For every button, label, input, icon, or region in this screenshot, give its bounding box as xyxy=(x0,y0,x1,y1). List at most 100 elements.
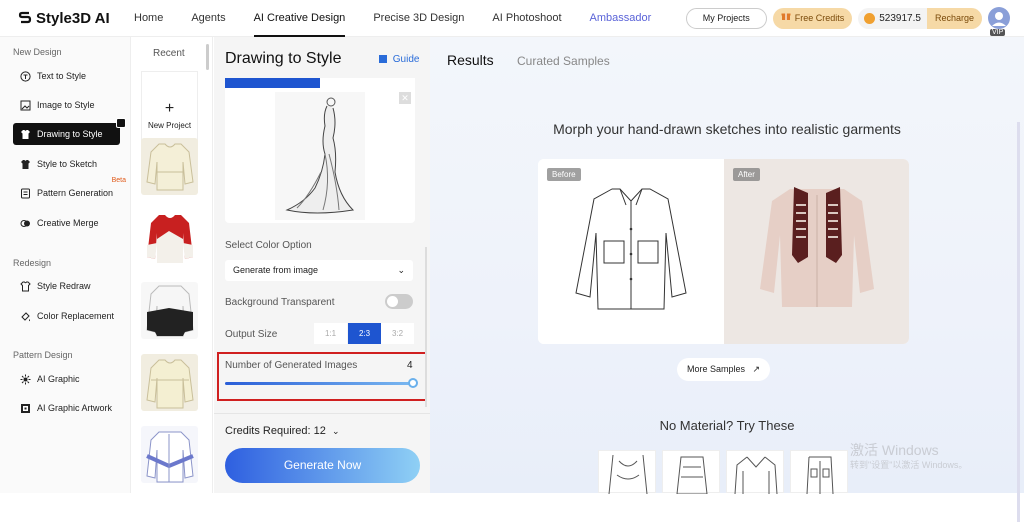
graphic-icon xyxy=(19,373,31,385)
chevron-down-icon: ⌄ xyxy=(331,426,340,436)
before-image: Before xyxy=(538,159,724,344)
credit-amount: 523917.5 xyxy=(858,12,927,24)
uploaded-sketch-card: ✕ xyxy=(225,88,415,223)
nav-home[interactable]: Home xyxy=(134,0,163,37)
style3d-logo-icon xyxy=(18,10,32,26)
tab-results[interactable]: Results xyxy=(447,52,494,68)
bg-transparent-toggle[interactable] xyxy=(385,294,413,309)
recharge-button[interactable]: Recharge xyxy=(926,7,982,29)
sidebar-item-drawing-to-style[interactable]: Drawing to Style xyxy=(13,118,126,145)
sidebar: New Design Text to Style Image to Style … xyxy=(0,37,131,493)
gift-icon xyxy=(781,8,791,29)
sidebar-item-label: Image to Style xyxy=(37,100,95,110)
section-redesign: Redesign xyxy=(13,258,52,268)
top-bar: Style3D AI Home Agents AI Creative Desig… xyxy=(0,0,1024,37)
coin-icon xyxy=(864,12,876,24)
artwork-icon xyxy=(19,402,31,414)
nav-agents[interactable]: Agents xyxy=(191,0,225,37)
sidebar-item-label: AI Graphic Artwork xyxy=(37,403,113,413)
nav-precise-3d-design[interactable]: Precise 3D Design xyxy=(373,0,464,37)
results-area: Results Curated Samples Morph your hand-… xyxy=(430,37,1024,522)
sample-sketch[interactable] xyxy=(726,450,784,495)
sidebar-item-label: Creative Merge xyxy=(37,218,99,228)
sidebar-item-creative-merge[interactable]: Creative Merge xyxy=(13,212,120,234)
tab-curated-samples[interactable]: Curated Samples xyxy=(517,54,610,68)
pattern-icon xyxy=(19,187,31,199)
before-tag: Before xyxy=(547,168,581,181)
sidebar-item-ai-graphic[interactable]: AI Graphic xyxy=(13,368,120,390)
output-size-1-1[interactable]: 1:1 xyxy=(314,323,347,344)
recent-thumbnail[interactable] xyxy=(141,354,198,411)
slider-handle[interactable] xyxy=(408,378,418,388)
header-actions: My Projects Free Credits 523917.5 Rechar… xyxy=(685,7,1010,36)
shirt-sketch-icon xyxy=(19,158,31,170)
redraw-icon xyxy=(19,280,31,292)
output-size-2-3[interactable]: 2:3 xyxy=(348,323,381,344)
color-option-select[interactable]: Generate from image ⌄ xyxy=(225,260,413,281)
recent-thumbnail[interactable] xyxy=(141,426,198,483)
logo[interactable]: Style3D AI xyxy=(18,10,134,27)
output-size-label: Output Size xyxy=(225,329,278,340)
more-samples-label: More Samples xyxy=(686,364,745,374)
image-style-icon xyxy=(19,99,31,111)
tab-active-indicator xyxy=(225,78,320,88)
sidebar-item-label: Style to Sketch xyxy=(37,159,98,169)
avatar[interactable]: VIP xyxy=(988,7,1010,36)
after-image: After xyxy=(724,159,909,344)
shirt-icon xyxy=(19,128,31,140)
sidebar-item-pattern-generation[interactable]: Pattern Generation Beta xyxy=(13,177,126,204)
uploaded-sketch-image xyxy=(275,92,365,220)
recent-thumbnail[interactable] xyxy=(141,138,198,195)
generate-button[interactable]: Generate Now xyxy=(225,448,420,483)
credits-required[interactable]: Credits Required: 12 ⌄ xyxy=(225,425,340,437)
external-link-icon xyxy=(116,118,126,128)
results-scrollbar[interactable] xyxy=(1017,122,1020,522)
windows-activation-hint: 转到"设置"以激活 Windows。 xyxy=(850,460,968,470)
nav-ai-creative-design[interactable]: AI Creative Design xyxy=(253,0,345,37)
num-images-slider[interactable] xyxy=(225,382,413,385)
color-option-value: Generate from image xyxy=(233,265,319,275)
color-drop-icon xyxy=(19,310,31,322)
sidebar-item-text-to-style[interactable]: Text to Style xyxy=(13,65,120,87)
recent-scrollbar[interactable] xyxy=(206,44,209,70)
bg-transparent-label: Background Transparent xyxy=(225,297,335,308)
remove-image-button[interactable]: ✕ xyxy=(399,92,411,104)
sidebar-item-style-redraw[interactable]: Style Redraw xyxy=(13,275,120,297)
guide-link[interactable]: Guide xyxy=(379,54,419,65)
sample-sketch[interactable] xyxy=(790,450,848,495)
plus-icon: + xyxy=(164,100,175,117)
sidebar-item-ai-graphic-artwork[interactable]: AI Graphic Artwork xyxy=(13,397,120,419)
panel-scrollbar[interactable] xyxy=(425,247,427,407)
beta-badge: Beta xyxy=(111,177,126,184)
recent-projects: Recent + New Project xyxy=(131,37,213,493)
sidebar-item-style-to-sketch[interactable]: Style to Sketch xyxy=(13,153,120,175)
before-after-comparison: Before After xyxy=(538,159,909,344)
more-samples-button[interactable]: More Samples ↗ xyxy=(677,358,770,381)
nav-ai-photoshoot[interactable]: AI Photoshoot xyxy=(492,0,561,37)
free-credits-label: Free Credits xyxy=(794,12,845,23)
recent-thumbnail[interactable] xyxy=(141,282,198,339)
num-images-value: 4 xyxy=(407,360,413,371)
sample-sketch[interactable] xyxy=(662,450,720,495)
windows-activation-watermark: 激活 Windows xyxy=(850,442,939,458)
color-option-label: Select Color Option xyxy=(225,240,312,251)
sample-sketch[interactable] xyxy=(598,450,656,495)
logo-text: Style3D AI xyxy=(36,9,110,27)
nav-ambassador[interactable]: Ambassador xyxy=(590,0,652,37)
main-nav: Home Agents AI Creative Design Precise 3… xyxy=(134,0,679,37)
output-size-3-2[interactable]: 3:2 xyxy=(381,323,414,344)
book-icon xyxy=(379,55,387,63)
recent-title: Recent xyxy=(153,48,185,59)
my-projects-button[interactable]: My Projects xyxy=(685,7,767,29)
sidebar-item-color-replacement[interactable]: Color Replacement xyxy=(13,305,120,327)
control-panel: Drawing to Style Guide ✕ Select Color Op… xyxy=(214,37,430,493)
recent-thumbnail[interactable] xyxy=(141,209,198,266)
vip-badge: VIP xyxy=(990,29,1006,36)
guide-label: Guide xyxy=(392,54,420,65)
sidebar-item-image-to-style[interactable]: Image to Style xyxy=(13,94,120,116)
after-tag: After xyxy=(733,168,760,181)
free-credits-button[interactable]: Free Credits xyxy=(772,7,853,29)
section-new-design: New Design xyxy=(13,47,62,57)
user-icon xyxy=(992,12,1006,26)
input-mode-tabs[interactable] xyxy=(225,78,415,88)
